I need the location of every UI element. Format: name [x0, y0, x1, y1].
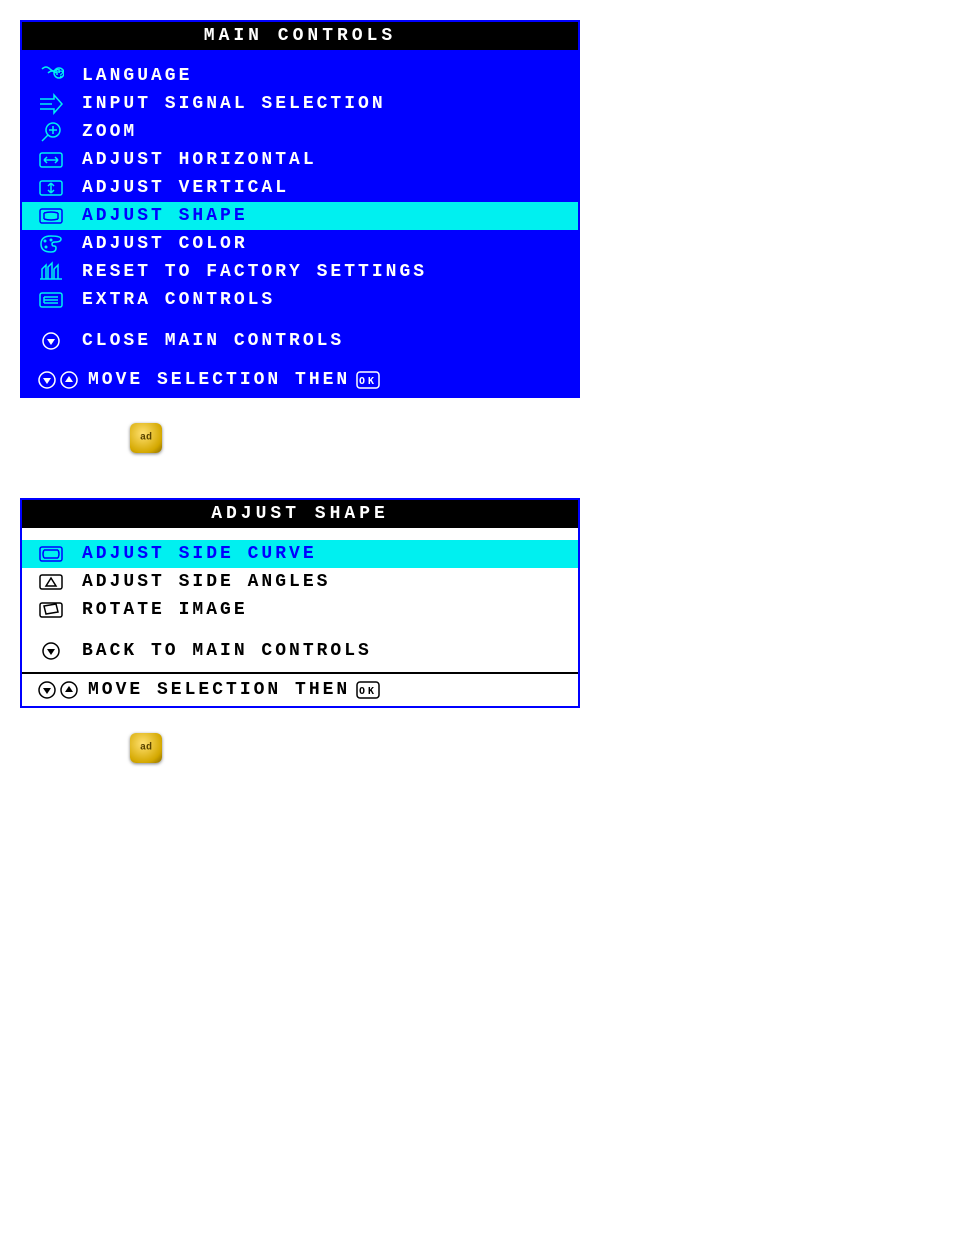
- menu-item-side-curve[interactable]: ADJUST SIDE CURVE: [22, 540, 578, 568]
- up-down-icons: [34, 680, 82, 700]
- svg-text:OK: OK: [359, 376, 377, 387]
- menu-item-adjust-color[interactable]: ADJUST COLOR: [22, 230, 578, 258]
- down-triangle-icon: [34, 641, 68, 661]
- extra-icon: [34, 289, 68, 311]
- menu-item-adjust-horizontal[interactable]: ADJUST HORIZONTAL: [22, 146, 578, 174]
- menu-label: CLOSE MAIN CONTROLS: [82, 331, 578, 351]
- menu-item-close[interactable]: CLOSE MAIN CONTROLS: [22, 328, 578, 354]
- menu-label: EXTRA CONTROLS: [82, 290, 578, 310]
- zoom-icon: [34, 121, 68, 143]
- menu-label: ADJUST SHAPE: [82, 206, 578, 226]
- menu-item-side-angles[interactable]: ADJUST SIDE ANGLES: [22, 568, 578, 596]
- menu-label: ADJUST SIDE CURVE: [82, 544, 578, 564]
- footer-bar: MOVE SELECTION THEN OK: [22, 672, 578, 706]
- svg-text:?: ?: [58, 70, 64, 81]
- menu-item-extra-controls[interactable]: EXTRA CONTROLS: [22, 286, 578, 314]
- menu-item-adjust-shape[interactable]: ADJUST SHAPE: [22, 202, 578, 230]
- menu-item-input-signal[interactable]: INPUT SIGNAL SELECTION: [22, 90, 578, 118]
- side-curve-icon: [34, 543, 68, 565]
- menu-body: ADJUST SIDE CURVE ADJUST SIDE ANGLES ROT…: [22, 528, 578, 672]
- color-icon: [34, 233, 68, 255]
- window-title: MAIN CONTROLS: [22, 22, 578, 50]
- footer-text: MOVE SELECTION THEN: [88, 370, 350, 390]
- down-triangle-icon: [34, 331, 68, 351]
- menu-label: ADJUST HORIZONTAL: [82, 150, 578, 170]
- ok-icon: OK: [356, 371, 380, 389]
- side-angles-icon: [34, 571, 68, 593]
- adjust-shape-window: ADJUST SHAPE ADJUST SIDE CURVE ADJUST SI…: [20, 498, 580, 708]
- ok-icon: OK: [356, 681, 380, 699]
- language-icon: ?: [34, 65, 68, 87]
- footer-text: MOVE SELECTION THEN: [88, 680, 350, 700]
- menu-body: ? LANGUAGE INPUT SIGNAL SELECTION ZOOM A…: [22, 50, 578, 362]
- reset-icon: [34, 261, 68, 283]
- rotate-icon: [34, 599, 68, 621]
- menu-item-zoom[interactable]: ZOOM: [22, 118, 578, 146]
- menu-label: LANGUAGE: [82, 66, 578, 86]
- menu-label: RESET TO FACTORY SETTINGS: [82, 262, 578, 282]
- menu-item-adjust-vertical[interactable]: ADJUST VERTICAL: [22, 174, 578, 202]
- menu-label: ZOOM: [82, 122, 578, 142]
- horizontal-icon: [34, 149, 68, 171]
- menu-label: BACK TO MAIN CONTROLS: [82, 641, 578, 661]
- shape-icon: [34, 205, 68, 227]
- menu-label: ADJUST VERTICAL: [82, 178, 578, 198]
- main-controls-window: MAIN CONTROLS ? LANGUAGE INPUT SIGNAL SE…: [20, 20, 580, 398]
- ok-physical-button[interactable]: [130, 423, 162, 453]
- vertical-icon: [34, 177, 68, 199]
- menu-label: ROTATE IMAGE: [82, 600, 578, 620]
- footer-bar: MOVE SELECTION THEN OK: [22, 362, 578, 396]
- menu-item-rotate-image[interactable]: ROTATE IMAGE: [22, 596, 578, 624]
- ok-physical-button[interactable]: [130, 733, 162, 763]
- menu-item-language[interactable]: ? LANGUAGE: [22, 62, 578, 90]
- menu-item-back[interactable]: BACK TO MAIN CONTROLS: [22, 638, 578, 664]
- input-icon: [34, 93, 68, 115]
- menu-item-reset-factory[interactable]: RESET TO FACTORY SETTINGS: [22, 258, 578, 286]
- menu-label: ADJUST SIDE ANGLES: [82, 572, 578, 592]
- menu-label: ADJUST COLOR: [82, 234, 578, 254]
- svg-text:OK: OK: [359, 686, 377, 697]
- window-title: ADJUST SHAPE: [22, 500, 578, 528]
- up-down-icons: [34, 370, 82, 390]
- menu-label: INPUT SIGNAL SELECTION: [82, 94, 578, 114]
